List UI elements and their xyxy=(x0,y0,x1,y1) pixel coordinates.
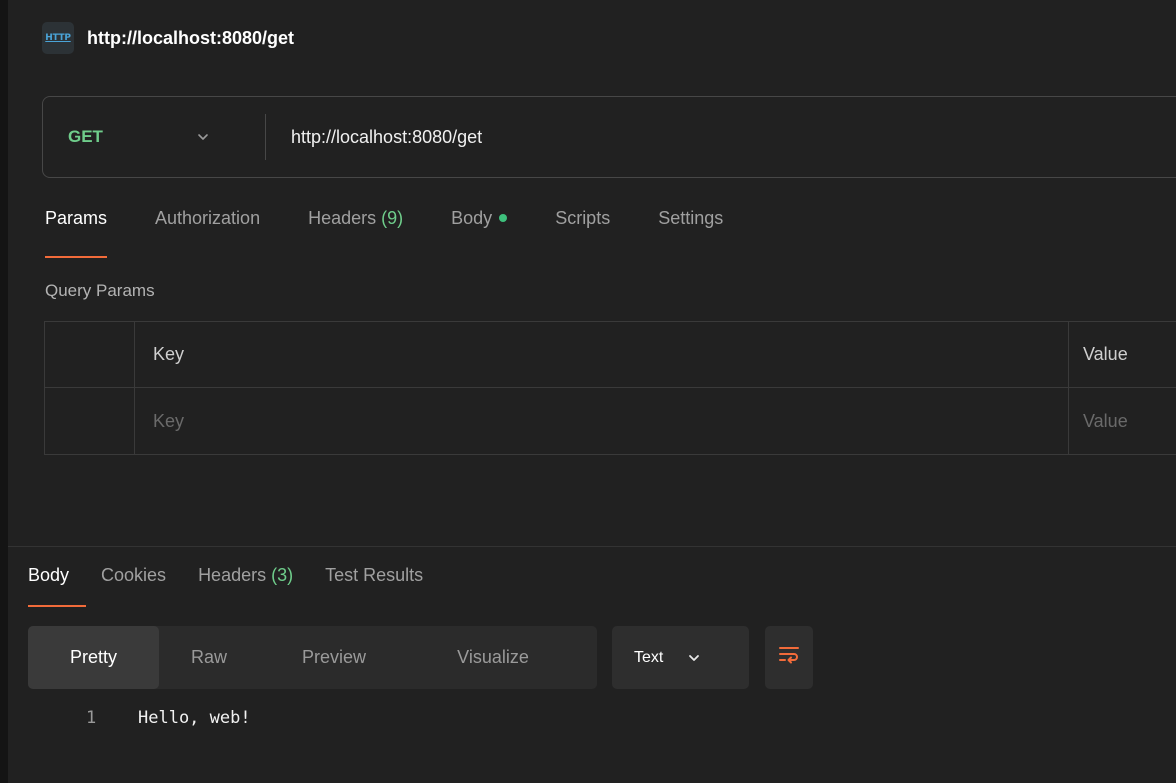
tab-label: Scripts xyxy=(555,208,611,228)
tab-label: Settings xyxy=(658,208,724,228)
value-cell xyxy=(1069,388,1176,454)
tab-settings[interactable]: Settings xyxy=(658,208,723,244)
tab-label: Body xyxy=(451,208,493,228)
value-column-header: Value xyxy=(1083,344,1128,364)
response-body-line: 1 Hello, web! xyxy=(62,704,251,732)
tab-label: Headers xyxy=(198,565,267,585)
tab-label: Body xyxy=(28,565,70,585)
tab-body[interactable]: Body xyxy=(451,208,508,244)
tab-params[interactable]: Params xyxy=(45,208,108,258)
url-input[interactable] xyxy=(291,117,1176,157)
tab-headers-count: (9) xyxy=(381,208,404,228)
line-content[interactable]: Hello, web! xyxy=(138,708,251,728)
body-modified-dot-icon xyxy=(499,214,508,222)
table-row xyxy=(45,388,1176,454)
request-tabs: Params Authorization Headers (9) Body Sc… xyxy=(45,208,723,258)
row-checkbox-cell xyxy=(45,388,135,454)
chevron-down-icon xyxy=(687,651,701,665)
response-tab-test-results[interactable]: Test Results xyxy=(325,565,423,595)
view-mode-label: Pretty xyxy=(69,647,117,667)
request-title-row: HTTP http://localhost:8080/get xyxy=(42,18,294,58)
key-column-header: Key xyxy=(135,322,1069,387)
tab-label: Authorization xyxy=(155,208,261,228)
checkbox-column-header xyxy=(45,322,135,387)
tab-authorization[interactable]: Authorization xyxy=(155,208,260,244)
tab-label: Test Results xyxy=(325,565,424,585)
view-mode-preview[interactable]: Preview xyxy=(259,626,409,689)
tab-label: Headers xyxy=(308,208,377,228)
key-cell xyxy=(135,388,1069,454)
method-select[interactable]: GET xyxy=(43,97,265,177)
tab-label: Params xyxy=(45,208,108,228)
format-label: Text xyxy=(634,648,664,666)
http-request-icon: HTTP xyxy=(42,22,74,54)
key-input[interactable] xyxy=(153,410,1068,432)
tab-label: Cookies xyxy=(101,565,167,585)
url-divider xyxy=(265,114,266,160)
tab-headers[interactable]: Headers (9) xyxy=(308,208,403,244)
response-tab-cookies[interactable]: Cookies xyxy=(101,565,166,595)
postman-app: HTTP http://localhost:8080/get GET Param… xyxy=(0,0,1176,783)
response-tab-body[interactable]: Body xyxy=(28,565,87,607)
view-mode-label: Preview xyxy=(301,647,367,667)
wrap-lines-icon xyxy=(778,645,800,670)
response-tab-headers[interactable]: Headers (3) xyxy=(198,565,293,595)
query-params-table: Key Value xyxy=(44,321,1176,455)
tab-scripts[interactable]: Scripts xyxy=(555,208,610,244)
response-headers-count: (3) xyxy=(271,565,294,585)
view-mode-label: Raw xyxy=(190,647,227,667)
view-mode-raw[interactable]: Raw xyxy=(159,626,259,689)
view-mode-label: Visualize xyxy=(457,647,529,667)
view-mode-pretty[interactable]: Pretty xyxy=(28,626,159,689)
line-number: 1 xyxy=(86,708,97,728)
response-divider[interactable] xyxy=(8,546,1176,547)
response-format-select[interactable]: Text xyxy=(612,626,749,689)
view-mode-visualize[interactable]: Visualize xyxy=(409,626,577,689)
method-label: GET xyxy=(68,127,103,146)
view-mode-selector: Pretty Raw Preview Visualize xyxy=(28,626,597,689)
left-edge-strip xyxy=(0,0,8,783)
value-input[interactable] xyxy=(1083,410,1176,432)
chevron-down-icon xyxy=(196,130,210,144)
response-tabs: Body Cookies Headers (3) Test Results xyxy=(28,565,423,611)
table-header-row: Key Value xyxy=(45,322,1176,388)
url-bar: GET xyxy=(42,96,1176,178)
request-title[interactable]: http://localhost:8080/get xyxy=(87,28,294,49)
query-params-label: Query Params xyxy=(45,281,155,300)
wrap-lines-button[interactable] xyxy=(765,626,813,689)
